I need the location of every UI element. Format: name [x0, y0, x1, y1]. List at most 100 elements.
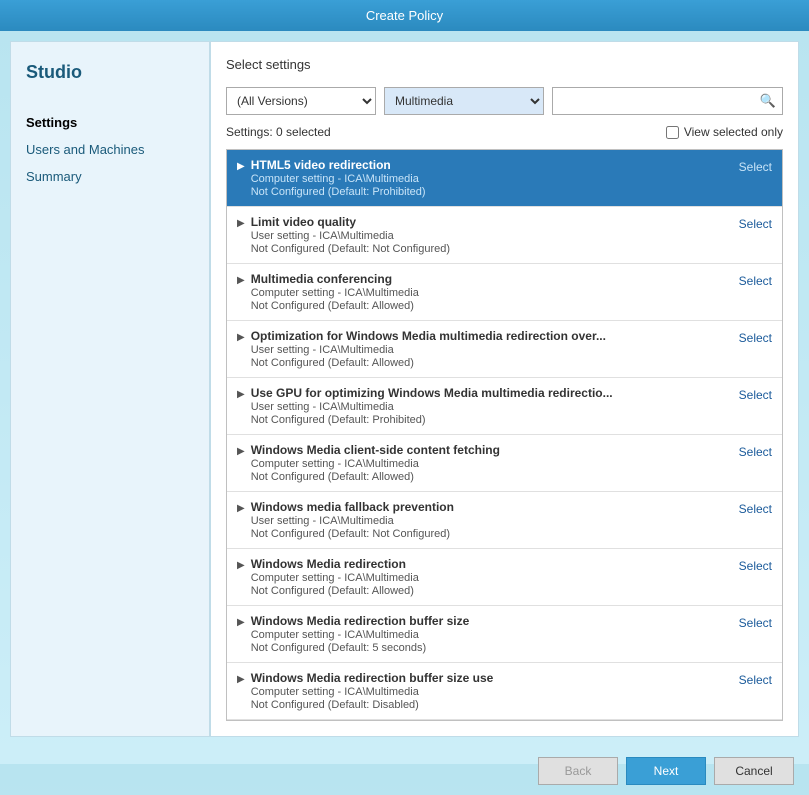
next-button[interactable]: Next: [626, 757, 706, 785]
setting-title: Multimedia conferencing: [251, 272, 419, 286]
setting-title: HTML5 video redirection: [251, 158, 426, 172]
setting-left: ▶ Limit video quality User setting - ICA…: [237, 215, 729, 255]
status-text: Settings: 0 selected: [226, 125, 331, 139]
setting-subtitle2: Not Configured (Default: Allowed): [251, 300, 419, 312]
setting-left: ▶ Multimedia conferencing Computer setti…: [237, 272, 729, 312]
setting-text: Windows Media redirection buffer size us…: [251, 671, 494, 711]
list-item[interactable]: ▶ Windows Media redirection buffer size …: [227, 663, 782, 720]
setting-subtitle2: Not Configured (Default: Allowed): [251, 471, 500, 483]
setting-subtitle1: User setting - ICA\Multimedia: [251, 230, 450, 242]
expand-arrow: ▶: [237, 389, 245, 400]
setting-text: Windows Media redirection buffer size Co…: [251, 614, 470, 654]
expand-arrow: ▶: [237, 503, 245, 514]
setting-title: Windows Media redirection buffer size: [251, 614, 470, 628]
setting-title: Limit video quality: [251, 215, 450, 229]
section-label: Select settings: [226, 57, 783, 72]
setting-title: Windows Media client-side content fetchi…: [251, 443, 500, 457]
setting-text: Multimedia conferencing Computer setting…: [251, 272, 419, 312]
setting-text: Windows Media redirection Computer setti…: [251, 557, 419, 597]
list-item[interactable]: ▶ Windows Media client-side content fetc…: [227, 435, 782, 492]
setting-select-link[interactable]: Select: [739, 274, 772, 288]
setting-left: ▶ HTML5 video redirection Computer setti…: [237, 158, 729, 198]
setting-subtitle2: Not Configured (Default: Allowed): [251, 357, 606, 369]
view-selected-checkbox[interactable]: [666, 126, 679, 139]
search-icon: 🔍: [760, 93, 776, 109]
title-bar: Create Policy: [0, 0, 809, 31]
list-item[interactable]: ▶ Use GPU for optimizing Windows Media m…: [227, 378, 782, 435]
setting-select-link[interactable]: Select: [739, 616, 772, 630]
search-input[interactable]: [559, 94, 760, 108]
setting-subtitle1: Computer setting - ICA\Multimedia: [251, 458, 500, 470]
list-item[interactable]: ▶ Windows Media redirection buffer size …: [227, 606, 782, 663]
setting-subtitle2: Not Configured (Default: 5 seconds): [251, 642, 470, 654]
view-selected-label: View selected only: [684, 125, 783, 139]
sidebar-item-settings[interactable]: Settings: [26, 113, 194, 132]
list-item[interactable]: ▶ Optimization for Windows Media multime…: [227, 321, 782, 378]
expand-arrow: ▶: [237, 161, 245, 172]
list-item[interactable]: ▶ Windows media fallback prevention User…: [227, 492, 782, 549]
search-box[interactable]: 🔍: [552, 87, 783, 115]
setting-select-link[interactable]: Select: [739, 673, 772, 687]
back-button[interactable]: Back: [538, 757, 618, 785]
setting-text: Use GPU for optimizing Windows Media mul…: [251, 386, 613, 426]
expand-arrow: ▶: [237, 560, 245, 571]
setting-left: ▶ Optimization for Windows Media multime…: [237, 329, 729, 369]
setting-subtitle1: User setting - ICA\Multimedia: [251, 344, 606, 356]
sidebar: Studio Settings Users and Machines Summa…: [10, 41, 210, 737]
setting-subtitle1: Computer setting - ICA\Multimedia: [251, 173, 426, 185]
status-row: Settings: 0 selected View selected only: [226, 125, 783, 139]
sidebar-title: Studio: [26, 62, 194, 83]
setting-select-link[interactable]: Select: [739, 160, 772, 174]
setting-subtitle1: Computer setting - ICA\Multimedia: [251, 629, 470, 641]
setting-select-link[interactable]: Select: [739, 559, 772, 573]
list-item[interactable]: ▶ Multimedia conferencing Computer setti…: [227, 264, 782, 321]
setting-title: Windows Media redirection: [251, 557, 419, 571]
filter-row: (All Versions) XenApp 7.x XenDesktop 7.x…: [226, 87, 783, 115]
setting-text: Optimization for Windows Media multimedi…: [251, 329, 606, 369]
setting-subtitle1: User setting - ICA\Multimedia: [251, 401, 613, 413]
bottom-buttons: Back Next Cancel: [0, 747, 809, 795]
setting-left: ▶ Windows Media client-side content fetc…: [237, 443, 729, 483]
setting-subtitle2: Not Configured (Default: Prohibited): [251, 414, 613, 426]
cancel-button[interactable]: Cancel: [714, 757, 794, 785]
category-dropdown[interactable]: Multimedia ICA HDX Printing: [384, 87, 544, 115]
setting-title: Use GPU for optimizing Windows Media mul…: [251, 386, 613, 400]
setting-text: Windows media fallback prevention User s…: [251, 500, 454, 540]
setting-left: ▶ Windows media fallback prevention User…: [237, 500, 729, 540]
settings-list: ▶ HTML5 video redirection Computer setti…: [226, 149, 783, 721]
setting-title: Optimization for Windows Media multimedi…: [251, 329, 606, 343]
setting-left: ▶ Use GPU for optimizing Windows Media m…: [237, 386, 729, 426]
setting-left: ▶ Windows Media redirection buffer size …: [237, 614, 729, 654]
version-dropdown[interactable]: (All Versions) XenApp 7.x XenDesktop 7.x: [226, 87, 376, 115]
setting-title: Windows Media redirection buffer size us…: [251, 671, 494, 685]
list-item[interactable]: ▶ HTML5 video redirection Computer setti…: [227, 150, 782, 207]
expand-arrow: ▶: [237, 617, 245, 628]
sidebar-nav: Settings Users and Machines Summary: [26, 113, 194, 186]
view-selected-container: View selected only: [666, 125, 783, 139]
expand-arrow: ▶: [237, 275, 245, 286]
setting-title: Windows media fallback prevention: [251, 500, 454, 514]
setting-text: HTML5 video redirection Computer setting…: [251, 158, 426, 198]
expand-arrow: ▶: [237, 332, 245, 343]
setting-subtitle2: Not Configured (Default: Not Configured): [251, 243, 450, 255]
expand-arrow: ▶: [237, 218, 245, 229]
setting-subtitle1: Computer setting - ICA\Multimedia: [251, 572, 419, 584]
setting-select-link[interactable]: Select: [739, 388, 772, 402]
setting-select-link[interactable]: Select: [739, 331, 772, 345]
content-area: Select settings (All Versions) XenApp 7.…: [210, 41, 799, 737]
setting-subtitle2: Not Configured (Default: Not Configured): [251, 528, 454, 540]
list-item[interactable]: ▶ Windows Media redirection Computer set…: [227, 549, 782, 606]
setting-select-link[interactable]: Select: [739, 217, 772, 231]
setting-select-link[interactable]: Select: [739, 502, 772, 516]
setting-left: ▶ Windows Media redirection Computer set…: [237, 557, 729, 597]
expand-arrow: ▶: [237, 446, 245, 457]
setting-select-link[interactable]: Select: [739, 445, 772, 459]
title-label: Create Policy: [366, 8, 443, 23]
sidebar-item-users[interactable]: Users and Machines: [26, 140, 194, 159]
setting-subtitle1: User setting - ICA\Multimedia: [251, 515, 454, 527]
setting-subtitle2: Not Configured (Default: Disabled): [251, 699, 494, 711]
setting-left: ▶ Windows Media redirection buffer size …: [237, 671, 729, 711]
setting-text: Windows Media client-side content fetchi…: [251, 443, 500, 483]
list-item[interactable]: ▶ Limit video quality User setting - ICA…: [227, 207, 782, 264]
sidebar-item-summary[interactable]: Summary: [26, 167, 194, 186]
